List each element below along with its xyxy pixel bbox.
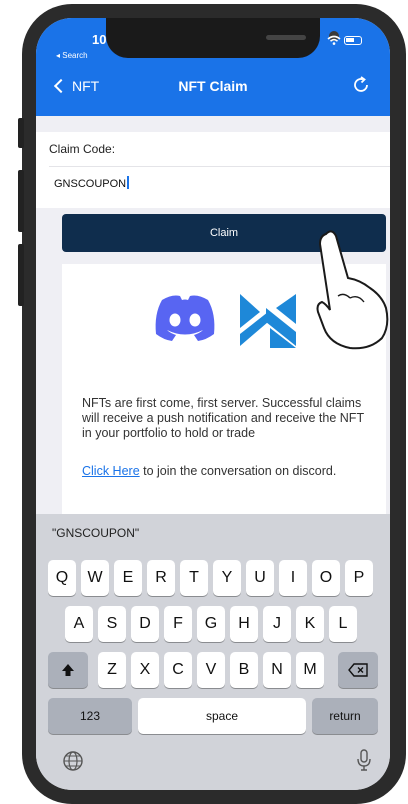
text-caret <box>127 176 129 189</box>
key[interactable]: S <box>98 606 126 642</box>
discord-link-line: Click Here to join the conversation on d… <box>82 464 372 479</box>
microphone-icon[interactable] <box>356 748 372 777</box>
pointing-hand-icon <box>286 226 390 356</box>
key[interactable]: I <box>279 560 307 596</box>
key[interactable]: P <box>345 560 373 596</box>
space-key[interactable]: space <box>138 698 306 734</box>
key[interactable]: H <box>230 606 258 642</box>
backspace-icon <box>348 663 368 677</box>
phone-screen: 10:15 ◂ Search NFT NFT Claim <box>36 18 390 790</box>
shift-key[interactable] <box>48 652 88 688</box>
keyboard-suggestion-bar: "GNSCOUPON" <box>36 514 390 554</box>
refresh-icon[interactable] <box>350 74 372 96</box>
key[interactable]: F <box>164 606 192 642</box>
status-icons <box>327 34 362 46</box>
key[interactable]: M <box>296 652 324 688</box>
page-title: NFT Claim <box>178 78 248 94</box>
wifi-icon <box>327 34 344 46</box>
volume-down-button <box>18 244 24 306</box>
discord-link-suffix: to join the conversation on discord. <box>139 464 337 478</box>
key[interactable]: N <box>263 652 291 688</box>
key[interactable]: C <box>164 652 192 688</box>
globe-icon[interactable] <box>62 750 84 777</box>
return-key[interactable]: return <box>312 698 378 734</box>
claim-code-label: Claim Code: <box>49 142 116 156</box>
key[interactable]: G <box>197 606 225 642</box>
numbers-key[interactable]: 123 <box>48 698 132 734</box>
phone-notch <box>106 18 339 58</box>
key[interactable]: T <box>180 560 208 596</box>
key[interactable]: V <box>197 652 225 688</box>
key[interactable]: R <box>147 560 175 596</box>
discord-logo-icon[interactable] <box>150 292 220 342</box>
claim-code-form: Claim Code: GNSCOUPON <box>36 132 390 208</box>
key[interactable]: Z <box>98 652 126 688</box>
shift-arrow-icon <box>62 664 74 676</box>
key[interactable]: Q <box>48 560 76 596</box>
key[interactable]: E <box>114 560 142 596</box>
key[interactable]: X <box>131 652 159 688</box>
backspace-key[interactable] <box>338 652 378 688</box>
volume-up-button <box>18 170 24 232</box>
info-description: NFTs are first come, first server. Succe… <box>82 396 364 440</box>
key[interactable]: J <box>263 606 291 642</box>
claim-code-value: GNSCOUPON <box>54 178 127 190</box>
keyboard-suggestion[interactable]: "GNSCOUPON" <box>52 526 139 540</box>
key[interactable]: K <box>296 606 324 642</box>
key[interactable]: A <box>65 606 93 642</box>
divider <box>49 166 390 167</box>
key[interactable]: Y <box>213 560 241 596</box>
key[interactable]: D <box>131 606 159 642</box>
key[interactable]: L <box>329 606 357 642</box>
speaker-grille <box>266 35 306 40</box>
navigation-bar: 10:15 ◂ Search NFT NFT Claim <box>36 18 390 116</box>
click-here-link[interactable]: Click Here <box>82 464 140 478</box>
claim-code-input[interactable]: GNSCOUPON <box>54 176 129 190</box>
key[interactable]: O <box>312 560 340 596</box>
key[interactable]: B <box>230 652 258 688</box>
status-back-to-search[interactable]: ◂ Search <box>56 51 88 60</box>
key[interactable]: U <box>246 560 274 596</box>
mute-switch <box>18 118 24 148</box>
battery-icon <box>344 35 362 45</box>
on-screen-keyboard: "GNSCOUPON" Q W E R T Y U I O P A S D F … <box>36 514 390 790</box>
key[interactable]: W <box>81 560 109 596</box>
